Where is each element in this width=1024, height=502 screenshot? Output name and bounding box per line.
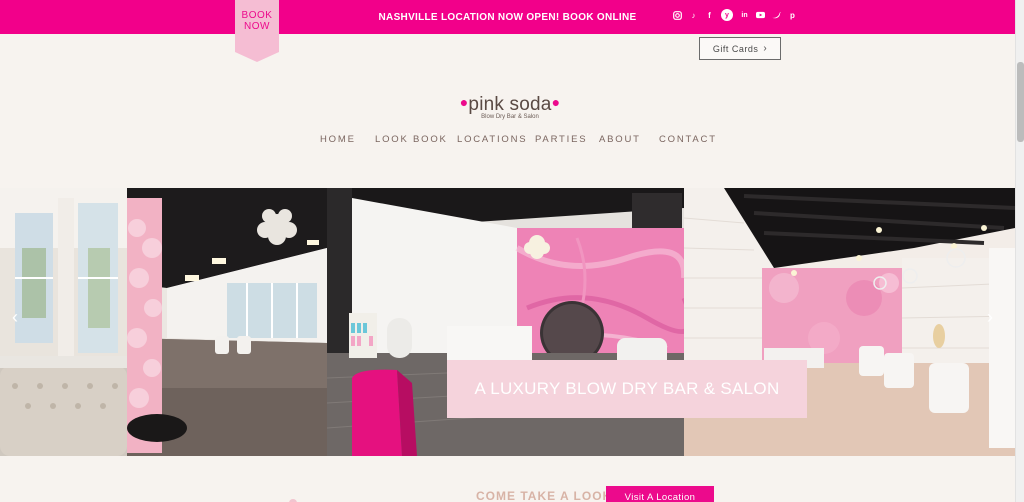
- twitter-icon[interactable]: [772, 11, 781, 20]
- brand-logo[interactable]: ●pink soda● Blow Dry Bar & Salon: [455, 94, 565, 120]
- nav-home[interactable]: HOME: [320, 134, 356, 145]
- scrollbar-thumb[interactable]: [1017, 62, 1024, 142]
- slider-prev-icon[interactable]: ‹: [12, 307, 18, 328]
- announcement-bar: NASHVILLE LOCATION NOW OPEN! BOOK ONLINE: [0, 0, 1015, 34]
- youtube-icon[interactable]: [756, 11, 765, 20]
- hero-image-lounge: [0, 188, 127, 456]
- chevron-right-icon: ›: [763, 43, 768, 54]
- nav-contact[interactable]: CONTACT: [659, 134, 717, 145]
- facebook-icon[interactable]: f: [705, 11, 714, 20]
- visit-location-button[interactable]: Visit A Location: [606, 486, 714, 502]
- nav-look-book[interactable]: LOOK BOOK: [375, 134, 448, 145]
- slider-next-icon[interactable]: ›: [987, 307, 993, 328]
- social-links: ♪ f y in p: [673, 9, 797, 21]
- hero-caption-box: A LUXURY BLOW DRY BAR & SALON: [447, 360, 807, 418]
- nav-locations[interactable]: LOCATIONS: [457, 134, 527, 145]
- page: NASHVILLE LOCATION NOW OPEN! BOOK ONLINE…: [0, 0, 1015, 502]
- announcement-link[interactable]: NASHVILLE LOCATION NOW OPEN! BOOK ONLINE: [379, 12, 637, 23]
- section-title: COME TAKE A LOOK: [476, 489, 613, 502]
- tiktok-icon[interactable]: ♪: [689, 11, 698, 20]
- main-nav: HOME LOOK BOOK LOCATIONS PARTIES ABOUT C…: [0, 134, 1015, 146]
- gift-cards-button[interactable]: Gift Cards ›: [699, 37, 781, 60]
- hero-caption: A LUXURY BLOW DRY BAR & SALON: [474, 379, 780, 398]
- book-now-label: BOOK NOW: [241, 10, 273, 32]
- nav-parties[interactable]: PARTIES: [535, 134, 587, 145]
- logo-name: pink soda: [468, 94, 552, 115]
- page-scrollbar[interactable]: [1015, 0, 1024, 502]
- pinterest-icon[interactable]: p: [788, 11, 797, 20]
- gift-cards-label: Gift Cards: [712, 43, 759, 54]
- hero-image-salon-floor: [127, 188, 327, 456]
- linkedin-icon[interactable]: in: [740, 11, 749, 20]
- instagram-icon[interactable]: [673, 10, 682, 20]
- book-now-tab[interactable]: BOOK NOW: [235, 0, 279, 62]
- yelp-icon[interactable]: y: [721, 9, 733, 21]
- logo-dot-right: ●: [551, 94, 561, 110]
- nav-about[interactable]: ABOUT: [599, 134, 641, 145]
